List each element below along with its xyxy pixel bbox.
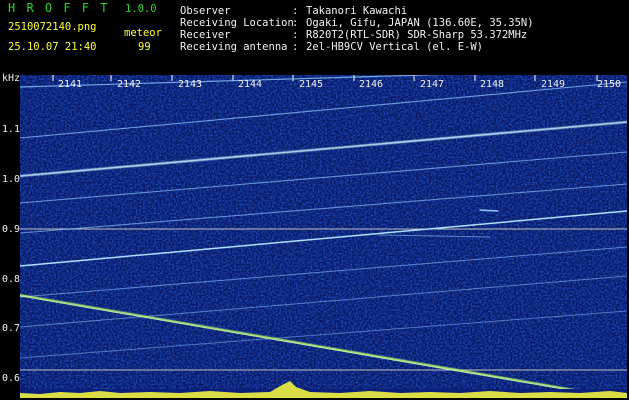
x-tick-label: 2145 [299,79,324,90]
x-tick-label: 2143 [178,79,203,90]
info-value-antenna: 2el-HB9CV Vertical (el. E-W) [306,41,484,53]
meteor-count: 99 [138,41,151,53]
x-tick-label: 2146 [359,79,384,90]
y-tick-label: 0.9 [2,224,21,235]
y-tick-label: 0.7 [2,323,21,334]
x-tick-label: 2144 [238,79,263,90]
x-tick-label: 2147 [420,79,445,90]
info-value-location: Ogaki, Gifu, JAPAN (136.60E, 35.35N) [306,17,534,29]
noise-texture [20,75,627,398]
y-tick-label: 1.1 [2,124,21,135]
waterfall-spectrogram [20,75,627,398]
y-tick-label: 0.8 [2,274,21,285]
info-key-location: Receiving Location [180,17,294,29]
trace-fragment [479,209,499,212]
file-datetime: 25.10.07 21:40 [8,41,97,53]
info-value-observer: Takanori Kawachi [306,5,408,17]
y-tick-label: 0.6 [2,373,21,384]
x-tick-label: 2148 [480,79,505,90]
info-sep: : [292,29,299,41]
meteor-label: meteor [124,27,162,39]
info-key-observer: Observer [180,5,231,17]
info-value-receiver: R820T2(RTL-SDR) SDR-Sharp 53.372MHz [306,29,528,41]
hroft-screen: H R O F F T 1.0.0 2510072140.png meteor … [0,0,629,400]
x-tick-label: 2150 [597,79,622,90]
x-tick-label: 2142 [117,79,142,90]
y-tick-label: 1.0 [2,174,21,185]
info-sep: : [292,41,299,53]
info-key-antenna: Receiving antenna [180,41,288,53]
x-tick-label: 2149 [541,79,566,90]
y-axis-unit: kHz [2,73,21,84]
app-version: 1.0.0 [125,3,157,15]
info-sep: : [292,5,299,17]
app-title: H R O F F T [8,1,110,15]
x-tick-label: 2141 [58,79,83,90]
info-key-receiver: Receiver [180,29,231,41]
file-name: 2510072140.png [8,21,97,33]
info-sep: : [292,17,299,29]
